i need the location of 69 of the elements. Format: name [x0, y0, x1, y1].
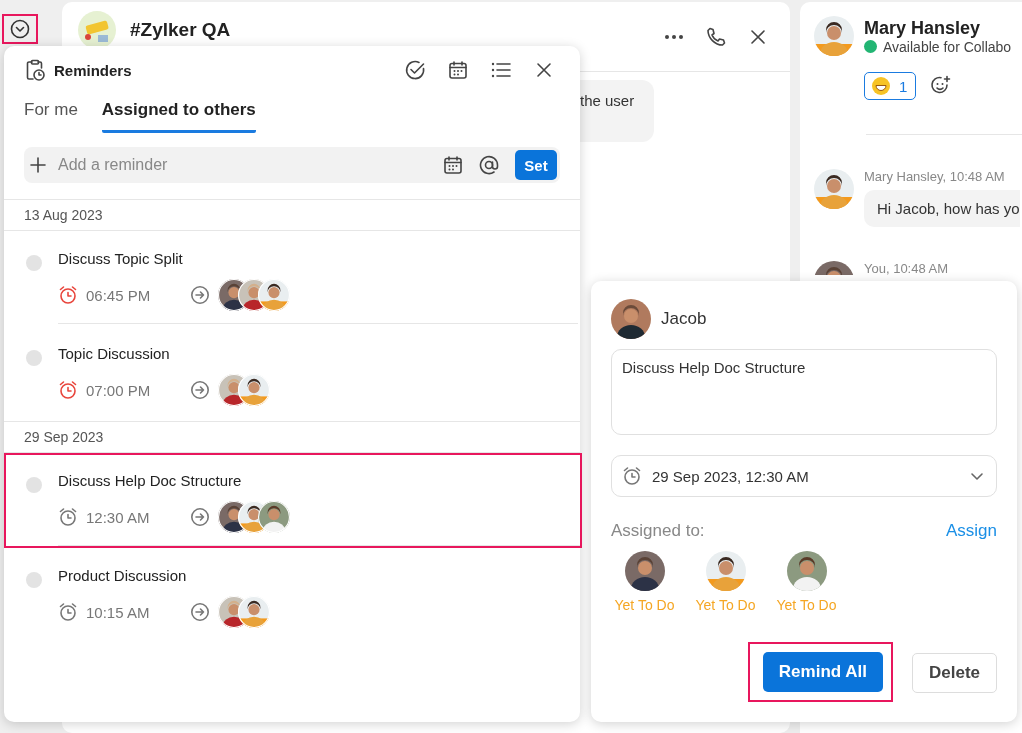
- avatar: [238, 374, 270, 406]
- delete-button[interactable]: Delete: [911, 653, 997, 693]
- reminder-title: Discuss Help Doc Structure: [58, 472, 243, 489]
- remind-all-button[interactable]: Remind All: [762, 652, 883, 692]
- assignee-status: Yet To Do: [695, 597, 756, 613]
- contact-name: Mary Hansley: [864, 17, 982, 39]
- alarm-clock-icon: [622, 466, 642, 486]
- date-header: 29 Sep 2023: [4, 421, 580, 453]
- set-button[interactable]: Set: [515, 150, 557, 180]
- assigned-label: Assigned to:: [611, 521, 705, 541]
- complete-checkbox[interactable]: [26, 255, 42, 271]
- reminder-title: Topic Discussion: [58, 345, 171, 362]
- avatar: [258, 279, 290, 311]
- reminder-time: 12:30 AM: [86, 508, 151, 526]
- message-meta: Mary Hansley, 10:48 AM: [864, 169, 1006, 184]
- assignee-status: Yet To Do: [614, 597, 675, 613]
- reminder-clipboard-icon: [24, 59, 46, 81]
- reminder-item[interactable]: Discuss Help Doc Structure 12:30 AM: [4, 453, 582, 548]
- popup-title: Reminders: [54, 61, 133, 79]
- channel-title: #Zylker QA: [130, 18, 232, 41]
- description-field[interactable]: Discuss Help Doc Structure: [611, 349, 997, 435]
- message-meta: You, 10:48 AM: [864, 261, 949, 276]
- arrow-circle-icon[interactable]: [190, 507, 210, 527]
- reminder-time: 10:15 AM: [86, 603, 151, 621]
- alarm-clock-icon: [58, 602, 78, 622]
- datetime-select[interactable]: 29 Sep 2023, 12:30 AM: [611, 455, 997, 497]
- reminder-item[interactable]: Topic Discussion 07:00 PM: [4, 326, 580, 421]
- collapse-button[interactable]: [2, 14, 38, 44]
- contact-status: Available for Collabo: [864, 38, 1012, 55]
- arrow-circle-icon[interactable]: [190, 380, 210, 400]
- message-bubble: Hi Jacob, how has yo: [864, 190, 1020, 227]
- calendar-icon[interactable]: [443, 155, 463, 175]
- avatar: [258, 501, 290, 533]
- chevron-down-icon: [10, 19, 30, 39]
- avatar: [238, 596, 270, 628]
- alarm-clock-icon: [58, 380, 78, 400]
- reminder-input-bar[interactable]: Add a reminder Set: [24, 147, 560, 183]
- avatar: [624, 551, 665, 591]
- arrow-circle-icon[interactable]: [190, 602, 210, 622]
- tab[interactable]: For me: [24, 100, 78, 133]
- avatar: [705, 551, 746, 591]
- avatar: [814, 169, 854, 209]
- date-header: 13 Aug 2023: [4, 199, 580, 231]
- mention-icon[interactable]: [479, 155, 499, 175]
- tab[interactable]: Assigned to others: [101, 100, 256, 133]
- calendar-icon[interactable]: [448, 60, 468, 80]
- plus-icon[interactable]: [30, 157, 46, 173]
- reminder-input[interactable]: Add a reminder: [56, 155, 433, 175]
- emoji-icon: [871, 76, 891, 96]
- avatar: [814, 16, 854, 56]
- reminder-time: 06:45 PM: [86, 286, 152, 304]
- avatar: [786, 551, 827, 591]
- assign-link[interactable]: Assign: [945, 521, 997, 541]
- reminder-item[interactable]: Product Discussion 10:15 AM: [4, 548, 580, 643]
- channel-avatar: [78, 10, 116, 49]
- reminder-time: 07:00 PM: [86, 381, 152, 399]
- owner-name: Jacob: [661, 309, 707, 329]
- reminder-title: Product Discussion: [58, 567, 188, 584]
- reminder-title: Discuss Topic Split: [58, 250, 184, 267]
- alarm-clock-icon: [58, 285, 78, 305]
- avatar: [611, 299, 651, 339]
- reaction-chip[interactable]: 1: [864, 72, 917, 100]
- assignee-status: Yet To Do: [776, 597, 837, 613]
- complete-checkbox[interactable]: [26, 477, 42, 493]
- arrow-circle-icon[interactable]: [190, 285, 210, 305]
- reminder-item[interactable]: Discuss Topic Split 06:45 PM: [4, 231, 580, 326]
- alarm-clock-icon: [58, 507, 78, 527]
- complete-checkbox[interactable]: [26, 350, 42, 366]
- complete-checkbox[interactable]: [26, 572, 42, 588]
